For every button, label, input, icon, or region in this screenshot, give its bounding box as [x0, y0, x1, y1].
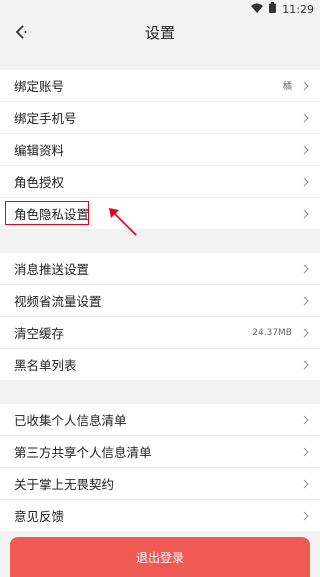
- chevron-right-icon: [302, 296, 310, 306]
- chevron-right-icon: [302, 360, 310, 370]
- settings-item-clear-cache[interactable]: 清空缓存 24.37MB: [0, 317, 320, 349]
- section-gap: [0, 380, 320, 404]
- account-group: 绑定账号 橘 绑定手机号 编辑资料 角色授权 角色隐私设置: [0, 70, 320, 229]
- settings-item-role-authorization[interactable]: 角色授权: [0, 166, 320, 198]
- chevron-right-icon: [302, 177, 310, 187]
- item-value: 橘: [282, 82, 292, 92]
- header: 设置: [0, 18, 320, 46]
- info-group: 已收集个人信息清单 第三方共享个人信息清单 关于掌上无畏契约 意见反馈: [0, 404, 320, 531]
- chevron-right-icon: [302, 328, 310, 338]
- settings-item-bind-account[interactable]: 绑定账号 橘: [0, 70, 320, 102]
- settings-item-about[interactable]: 关于掌上无畏契约: [0, 468, 320, 500]
- item-label: 已收集个人信息清单: [14, 413, 127, 428]
- battery-icon: [269, 2, 277, 16]
- chevron-right-icon: [302, 145, 310, 155]
- item-label: 视频省流量设置: [14, 294, 102, 309]
- item-label: 绑定账号: [14, 79, 65, 94]
- settings-item-blacklist[interactable]: 黑名单列表: [0, 349, 320, 380]
- settings-item-video-data-saver[interactable]: 视频省流量设置: [0, 285, 320, 317]
- annotation-arrow-icon: [109, 208, 137, 236]
- app-settings-group: 消息推送设置 视频省流量设置 清空缓存 24.37MB 黑名单列表: [0, 253, 320, 380]
- wifi-icon: [251, 3, 264, 16]
- chevron-right-icon: [302, 479, 310, 489]
- section-gap: [0, 229, 320, 253]
- item-label: 意见反馈: [14, 509, 65, 524]
- chevron-right-icon: [302, 264, 310, 274]
- settings-item-role-privacy[interactable]: 角色隐私设置: [0, 198, 320, 229]
- status-time: 11:29: [282, 2, 314, 16]
- settings-item-collected-info-list[interactable]: 已收集个人信息清单: [0, 404, 320, 436]
- chevron-right-icon: [302, 415, 310, 425]
- chevron-right-icon: [302, 113, 310, 123]
- item-label: 角色授权: [14, 175, 65, 190]
- item-label: 绑定手机号: [14, 111, 77, 126]
- settings-item-push-notifications[interactable]: 消息推送设置: [0, 253, 320, 285]
- section-gap: [0, 46, 320, 70]
- item-label: 黑名单列表: [14, 358, 77, 373]
- settings-item-edit-profile[interactable]: 编辑资料: [0, 134, 320, 166]
- chevron-right-icon: [302, 511, 310, 521]
- cache-size: 24.37MB: [252, 327, 292, 338]
- status-bar: 11:29: [0, 0, 320, 18]
- item-label: 编辑资料: [14, 143, 65, 158]
- item-label: 关于掌上无畏契约: [14, 477, 115, 492]
- item-label: 消息推送设置: [14, 262, 90, 277]
- chevron-right-icon: [302, 209, 310, 219]
- chevron-right-icon: [302, 81, 310, 91]
- settings-item-third-party-info-list[interactable]: 第三方共享个人信息清单: [0, 436, 320, 468]
- highlight-box: [5, 201, 89, 225]
- settings-item-bind-phone[interactable]: 绑定手机号: [0, 102, 320, 134]
- item-label: 第三方共享个人信息清单: [14, 445, 152, 460]
- item-label: 清空缓存: [14, 326, 65, 341]
- logout-button[interactable]: 退出登录: [10, 537, 310, 577]
- chevron-right-icon: [302, 447, 310, 457]
- page-title: 设置: [144, 24, 175, 42]
- settings-item-feedback[interactable]: 意见反馈: [0, 500, 320, 531]
